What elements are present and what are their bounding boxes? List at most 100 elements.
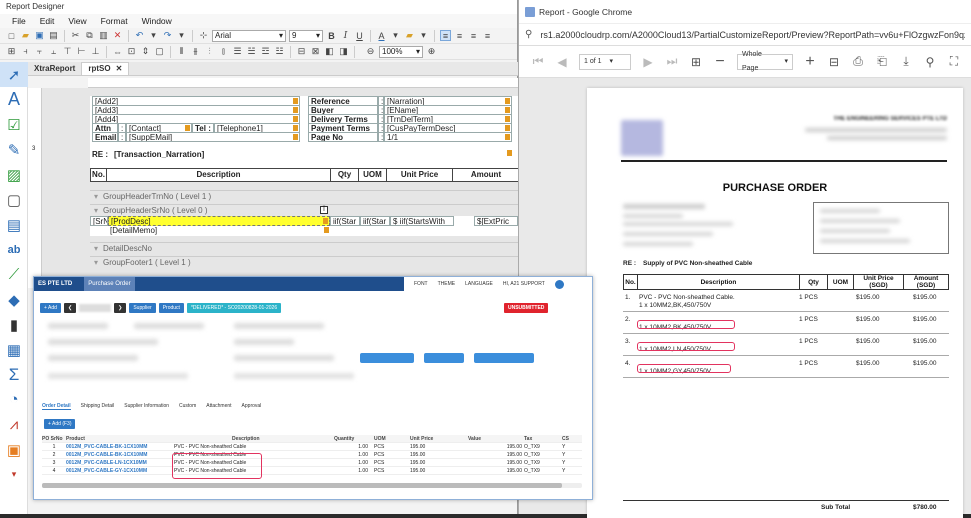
v-spacing-decrease-icon[interactable]: ☲ [260,46,271,57]
tab-rptso[interactable]: rptSO ✕ [81,62,130,75]
menu-file[interactable]: File [12,14,26,28]
smart-tag-icon[interactable] [507,150,512,156]
collapse-arrow-icon[interactable]: ▾ [94,191,98,203]
tab-xtrareport[interactable]: XtraReport [28,62,81,75]
align-rights-icon[interactable]: ⫠ [48,46,59,57]
table-row[interactable]: 4 0012M_PVC-CABLE-GY-1CX10MM PVC - PVC N… [42,467,582,475]
re-narration-field[interactable]: [Transaction_Narration] [114,150,204,159]
size-to-grid-icon[interactable]: ⊡ [126,46,137,57]
theme-menu[interactable]: THEME [438,281,456,287]
search-icon[interactable]: ⚲ [923,55,937,69]
dropdown-arrow-icon[interactable]: ▾ [176,30,187,41]
user-menu[interactable]: HI, A21 SUPPORT [503,281,545,287]
new-file-icon[interactable]: □ [6,30,17,41]
same-height-icon[interactable]: ⇕ [140,46,151,57]
bring-to-front-icon[interactable]: ◧ [324,46,335,57]
scrollbar-thumb[interactable] [42,483,562,488]
tab-custom[interactable]: Custom [179,403,196,410]
language-menu[interactable]: LANGUAGE [465,281,493,287]
export-icon[interactable]: ⤓ [899,54,913,69]
gauge-tool-icon[interactable]: ◔ [0,387,28,412]
save-icon[interactable]: ▣ [34,30,45,41]
price-expr-field[interactable]: $ iif(StartsWith [390,216,454,226]
panel-tool-icon[interactable]: ▢ [0,187,28,212]
character-comb-tool-icon[interactable]: ab [0,237,28,262]
url-text[interactable]: rs1.a2000cloudrp.com/A2000Cloud13/Partia… [540,30,965,40]
back-color-icon[interactable]: ▰ [404,30,415,41]
horizontal-scrollbar[interactable] [42,483,582,488]
detailmemo-field[interactable]: [DetailMemo] [108,226,330,236]
cell-product[interactable]: 0012M_PVC-CABLE-BK-1CX10MM [66,451,174,458]
qty-expr-field[interactable]: iif(Star [330,216,360,226]
open-folder-icon[interactable]: ▰ [20,30,31,41]
tab-shipping-detail[interactable]: Shipping Detail [81,403,115,410]
menu-view[interactable]: View [68,14,86,28]
smart-tag-icon[interactable] [505,98,510,104]
h-spacing-decrease-icon[interactable]: ⫶ [204,46,215,57]
smart-tag-icon[interactable] [293,125,298,131]
zoom-out-icon[interactable]: − [713,53,727,71]
move-handle-icon[interactable]: ĭ [320,206,328,214]
dropdown-arrow-icon[interactable]: ▾ [148,30,159,41]
smart-tag-icon[interactable] [293,107,298,113]
save-all-icon[interactable]: ▤ [48,30,59,41]
chrome-address-bar[interactable]: ⚲ rs1.a2000cloudrp.com/A2000Cloud13/Part… [519,24,971,46]
srno-field[interactable]: [SrNo [90,216,108,226]
copy-icon[interactable]: ⧉ [84,30,95,41]
align-right-icon[interactable]: ≡ [468,30,479,41]
dropdown-arrow-icon[interactable]: ▾ [390,30,401,41]
cell-product[interactable]: 0012M_PVC-CABLE-LN-1CX10MM [66,459,174,466]
smart-tag-icon[interactable] [293,98,298,104]
proddesc-field[interactable]: [ProdDesc] [108,216,330,226]
design-surface[interactable]: [Add2] [Add3] [Add4] Attn : [Contact] Te… [42,88,520,288]
dropdown-arrow-icon[interactable]: ▾ [418,30,429,41]
band-group-header-trn[interactable]: ▾ GroupHeaderTrnNo ( Level 1 ) [90,190,520,202]
center-horizontally-icon[interactable]: ⊟ [296,46,307,57]
align-left-icon[interactable]: ≡ [440,30,451,41]
table-tool-icon[interactable]: ▤ [0,212,28,237]
next-page-icon[interactable]: ▶ [641,55,655,69]
pointer-tool-icon[interactable]: ➚ [0,62,28,87]
smart-tag-icon[interactable] [505,134,510,140]
band-group-footer[interactable]: ▾ GroupFooter1 ( Level 1 ) [90,256,520,268]
cell-product[interactable]: 0012M_PVC-CABLE-GY-1CX10MM [66,467,174,474]
last-page-icon[interactable]: ⏭ [665,54,679,69]
smart-tag-icon[interactable] [324,227,329,233]
band-group-header-sr[interactable]: ▾ GroupHeaderSrNo ( Level 0 ) [90,204,520,216]
align-middles-icon[interactable]: ⊢ [76,46,87,57]
zoom-select[interactable]: 100% ▾ [379,45,423,58]
chart-tool-icon[interactable]: ⩘ [0,412,28,437]
smart-tag-icon[interactable] [505,107,510,113]
smart-tag-icon[interactable] [293,134,298,140]
multipage-icon[interactable]: ⊞ [689,55,703,69]
product-button[interactable]: Product [158,303,184,313]
label-tool-icon[interactable]: A [0,87,28,112]
next-record-button[interactable]: ❯ [114,303,127,313]
menu-window[interactable]: Window [142,14,172,28]
smart-tag-icon[interactable] [293,116,298,122]
tab-approval[interactable]: Approval [242,403,262,410]
h-spacing-remove-icon[interactable]: ⫾ [218,46,229,57]
redo-icon[interactable]: ↷ [162,30,173,41]
underline-icon[interactable]: U [354,30,365,41]
print-icon[interactable]: ⎙ [851,54,865,69]
extprice-field[interactable]: $[ExtPric [474,216,518,226]
zoom-mode-select[interactable]: Whole Page ▾ [737,51,793,72]
print-page-icon[interactable]: ⎗ [875,54,889,69]
align-to-grid-icon[interactable]: ⊞ [6,46,17,57]
fullscreen-icon[interactable]: ⛶ [947,54,961,69]
table-row[interactable]: 3 0012M_PVC-CABLE-LN-1CX10MM PVC - PVC N… [42,459,582,467]
checkbox-tool-icon[interactable]: ☑ [0,112,28,137]
blue-field-button[interactable] [360,353,414,363]
align-lefts-icon[interactable]: ⫞ [20,46,31,57]
v-spacing-equal-icon[interactable]: ☰ [232,46,243,57]
tab-order-detail[interactable]: Order Detail [42,403,71,410]
cell-product[interactable]: 0012M_PVC-CABLE-BK-1CX10MM [66,443,174,450]
tab-supplier-information[interactable]: Supplier Information [124,403,169,410]
align-justify-icon[interactable]: ≡ [482,30,493,41]
prev-page-icon[interactable]: ◀ [555,55,569,69]
h-spacing-increase-icon[interactable]: ⫵ [190,46,201,57]
zoom-in-icon[interactable]: + [803,53,817,71]
menu-format[interactable]: Format [101,14,128,28]
prev-record-button[interactable]: ❮ [63,303,77,313]
